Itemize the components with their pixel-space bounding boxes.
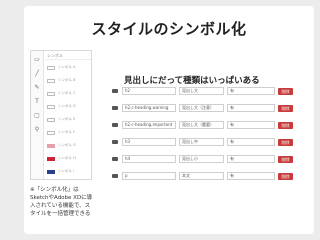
symbol-panel-mock: ▭ ╱ ✎ T ▢ ⚲ シンボル シンボル A シンボル B シンボル C シン… — [30, 50, 92, 180]
symbol-label: シンボル D — [58, 104, 76, 108]
symbol-label: シンボル G — [58, 143, 76, 147]
symbol-item[interactable]: シンボル C — [47, 89, 91, 98]
style-name-field[interactable]: 見出し大（重要） — [179, 121, 224, 129]
symbol-label: シンボル B — [58, 78, 76, 82]
symbol-item[interactable]: シンボル B — [47, 76, 91, 85]
style-name-field[interactable]: 見出し小 — [179, 155, 224, 163]
table-row: h2.c-heading.important 見出し大（重要） 有 削除 — [112, 120, 298, 130]
text-icon[interactable]: T — [32, 97, 42, 107]
delete-button[interactable]: 削除 — [278, 155, 293, 163]
drag-handle-icon[interactable] — [112, 157, 118, 161]
symbols-header: シンボル — [45, 53, 91, 60]
zoom-icon[interactable]: ⚲ — [32, 125, 42, 135]
selector-field[interactable]: h2 — [122, 87, 176, 95]
tool-strip: ▭ ╱ ✎ T ▢ ⚲ — [31, 51, 44, 179]
drag-handle-icon[interactable] — [112, 174, 118, 178]
selector-field[interactable]: h2.c-heading.important — [122, 121, 176, 129]
delete-button[interactable]: 削除 — [278, 121, 293, 129]
symbol-swatch — [47, 156, 55, 161]
value-field[interactable]: 有 — [227, 104, 275, 112]
slide-title: スタイルのシンボル化 — [91, 20, 247, 38]
symbols-list: シンボル シンボル A シンボル B シンボル C シンボル D シンボル E — [45, 53, 91, 179]
symbol-item[interactable]: シンボル H — [47, 154, 91, 163]
artboard-icon[interactable]: ▢ — [32, 111, 42, 121]
delete-button[interactable]: 削除 — [278, 138, 293, 146]
line-icon[interactable]: ╱ — [32, 69, 42, 79]
symbol-label: シンボル F — [58, 130, 76, 134]
selector-field[interactable]: h4 — [122, 155, 176, 163]
symbol-swatch — [47, 91, 55, 96]
symbol-label: シンボル E — [58, 117, 76, 121]
table-row: h4 見出し小 有 削除 — [112, 154, 298, 164]
selector-field[interactable]: h2.c-heading.warning — [122, 104, 176, 112]
delete-button[interactable]: 削除 — [278, 172, 293, 180]
symbol-label: シンボル C — [58, 91, 76, 95]
value-field[interactable]: 有 — [227, 172, 275, 180]
symbol-item[interactable]: シンボル G — [47, 141, 91, 150]
symbol-item[interactable]: シンボル A — [47, 63, 91, 72]
symbol-swatch — [47, 104, 55, 109]
symbol-label: シンボル H — [58, 156, 76, 160]
style-name-field[interactable]: 見出し大（注意） — [179, 104, 224, 112]
selector-field[interactable]: h3 — [122, 138, 176, 146]
rectangle-icon[interactable]: ▭ — [32, 55, 42, 65]
style-name-field[interactable]: 本文 — [179, 172, 224, 180]
selector-field[interactable]: p — [122, 172, 176, 180]
footnote: ※「シンボル化」はSketchやAdobe XDに導入されている機能で、スタイル… — [30, 187, 93, 217]
drag-handle-icon[interactable] — [112, 123, 118, 127]
delete-button[interactable]: 削除 — [278, 104, 293, 112]
value-field[interactable]: 有 — [227, 121, 275, 129]
symbol-swatch — [47, 65, 55, 70]
symbol-swatch — [47, 78, 55, 83]
value-field[interactable]: 有 — [227, 138, 275, 146]
slide: スタイルのシンボル化 ▭ ╱ ✎ T ▢ ⚲ シンボル シンボル A シンボル … — [24, 6, 314, 234]
table-row: p 本文 有 削除 — [112, 171, 298, 181]
delete-button[interactable]: 削除 — [278, 87, 293, 95]
drag-handle-icon[interactable] — [112, 106, 118, 110]
style-name-field[interactable]: 見出し中 — [179, 138, 224, 146]
pen-icon[interactable]: ✎ — [32, 83, 42, 93]
symbol-swatch — [47, 117, 55, 122]
symbol-swatch — [47, 130, 55, 135]
style-table: h2 見出し大 有 削除 h2.c-heading.warning 見出し大（注… — [112, 86, 298, 198]
drag-handle-icon[interactable] — [112, 140, 118, 144]
style-name-field[interactable]: 見出し大 — [179, 87, 224, 95]
value-field[interactable]: 有 — [227, 87, 275, 95]
table-row: h2 見出し大 有 削除 — [112, 86, 298, 96]
table-row: h3 見出し中 有 削除 — [112, 137, 298, 147]
section-subtitle: 見出しにだって種類はいっぱいある — [124, 76, 260, 86]
symbol-label: シンボル I — [58, 169, 75, 173]
symbol-item[interactable]: シンボル I — [47, 167, 91, 176]
symbol-label: シンボル A — [58, 65, 76, 69]
symbol-swatch — [47, 169, 55, 174]
symbol-swatch — [47, 143, 55, 148]
symbol-item[interactable]: シンボル D — [47, 102, 91, 111]
symbol-item[interactable]: シンボル E — [47, 115, 91, 124]
symbol-item[interactable]: シンボル F — [47, 128, 91, 137]
drag-handle-icon[interactable] — [112, 89, 118, 93]
value-field[interactable]: 有 — [227, 155, 275, 163]
table-row: h2.c-heading.warning 見出し大（注意） 有 削除 — [112, 103, 298, 113]
